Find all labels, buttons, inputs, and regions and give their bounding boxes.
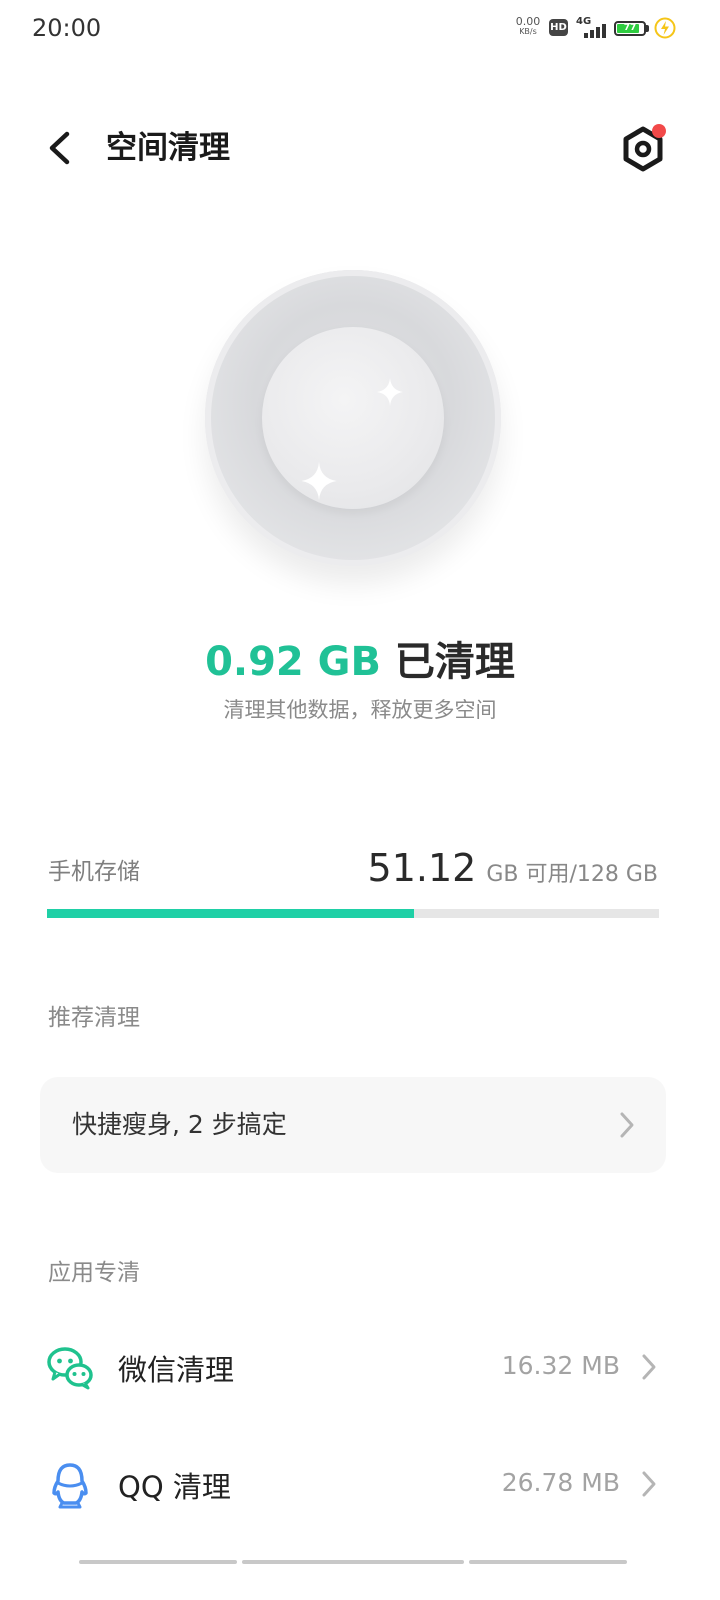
storage-available: 51.12 <box>367 846 477 890</box>
storage-label: 手机存储 <box>48 859 140 885</box>
chevron-right-icon <box>642 1354 656 1380</box>
nav-bar-segment <box>469 1560 627 1564</box>
recommend-section-title: 推荐清理 <box>48 1005 140 1031</box>
chevron-right-icon <box>642 1471 656 1497</box>
qq-clean-size: 26.78 MB <box>501 1468 620 1497</box>
battery-level: 77 <box>623 23 637 33</box>
storage-progress-bar <box>47 909 659 918</box>
network-speed-value: 0.00 <box>515 15 541 28</box>
storage-value: 51.12 GB 可用/128 GB <box>368 846 658 890</box>
network-speed-unit: KB/s <box>519 27 537 36</box>
battery-icon: 77 <box>614 21 646 36</box>
quick-slim-label: 快捷瘦身, 2 步搞定 <box>72 1110 287 1139</box>
quick-slim-card[interactable]: 快捷瘦身, 2 步搞定 <box>40 1077 666 1173</box>
network-type: 4G <box>576 16 592 27</box>
cleaned-amount: 0.92 GB <box>205 639 381 685</box>
back-button[interactable] <box>40 126 80 170</box>
wechat-clean-row[interactable]: 微信清理 16.32 MB <box>0 1317 720 1417</box>
signal-icon: 4G <box>576 16 608 40</box>
sparkle-icon <box>301 462 337 500</box>
network-speed: 0.00 KB/s <box>514 15 542 37</box>
nav-bar-segment <box>79 1560 237 1564</box>
sparkle-icon <box>377 378 403 406</box>
battery-cap <box>646 25 649 32</box>
bowl-inner <box>262 327 444 509</box>
qq-clean-label: QQ 清理 <box>118 1470 231 1504</box>
hd-icon: HD <box>549 19 568 36</box>
page-title: 空间清理 <box>106 130 230 166</box>
chevron-right-icon <box>620 1112 634 1138</box>
wechat-icon <box>47 1347 93 1390</box>
wechat-clean-label: 微信清理 <box>118 1353 235 1387</box>
wechat-clean-size: 16.32 MB <box>501 1351 620 1380</box>
apps-section-title: 应用专清 <box>48 1260 140 1286</box>
qq-clean-row[interactable]: QQ 清理 26.78 MB <box>0 1434 720 1534</box>
status-time: 20:00 <box>32 14 102 42</box>
lightning-icon <box>654 17 676 39</box>
status-bar: 20:00 0.00 KB/s HD 4G 77 <box>0 0 720 58</box>
storage-detail: GB 可用/128 GB <box>486 862 658 887</box>
clean-bowl-illustration <box>205 270 501 566</box>
cleaned-label: 已清理 <box>381 639 515 685</box>
cleaned-subtitle: 清理其他数据，释放更多空间 <box>223 698 497 722</box>
storage-progress-fill <box>47 909 415 918</box>
qq-icon <box>52 1463 88 1509</box>
notification-dot <box>652 124 666 138</box>
cleaned-summary: 0.92 GB 已清理 <box>0 634 720 690</box>
nav-bar-segment <box>242 1560 464 1564</box>
